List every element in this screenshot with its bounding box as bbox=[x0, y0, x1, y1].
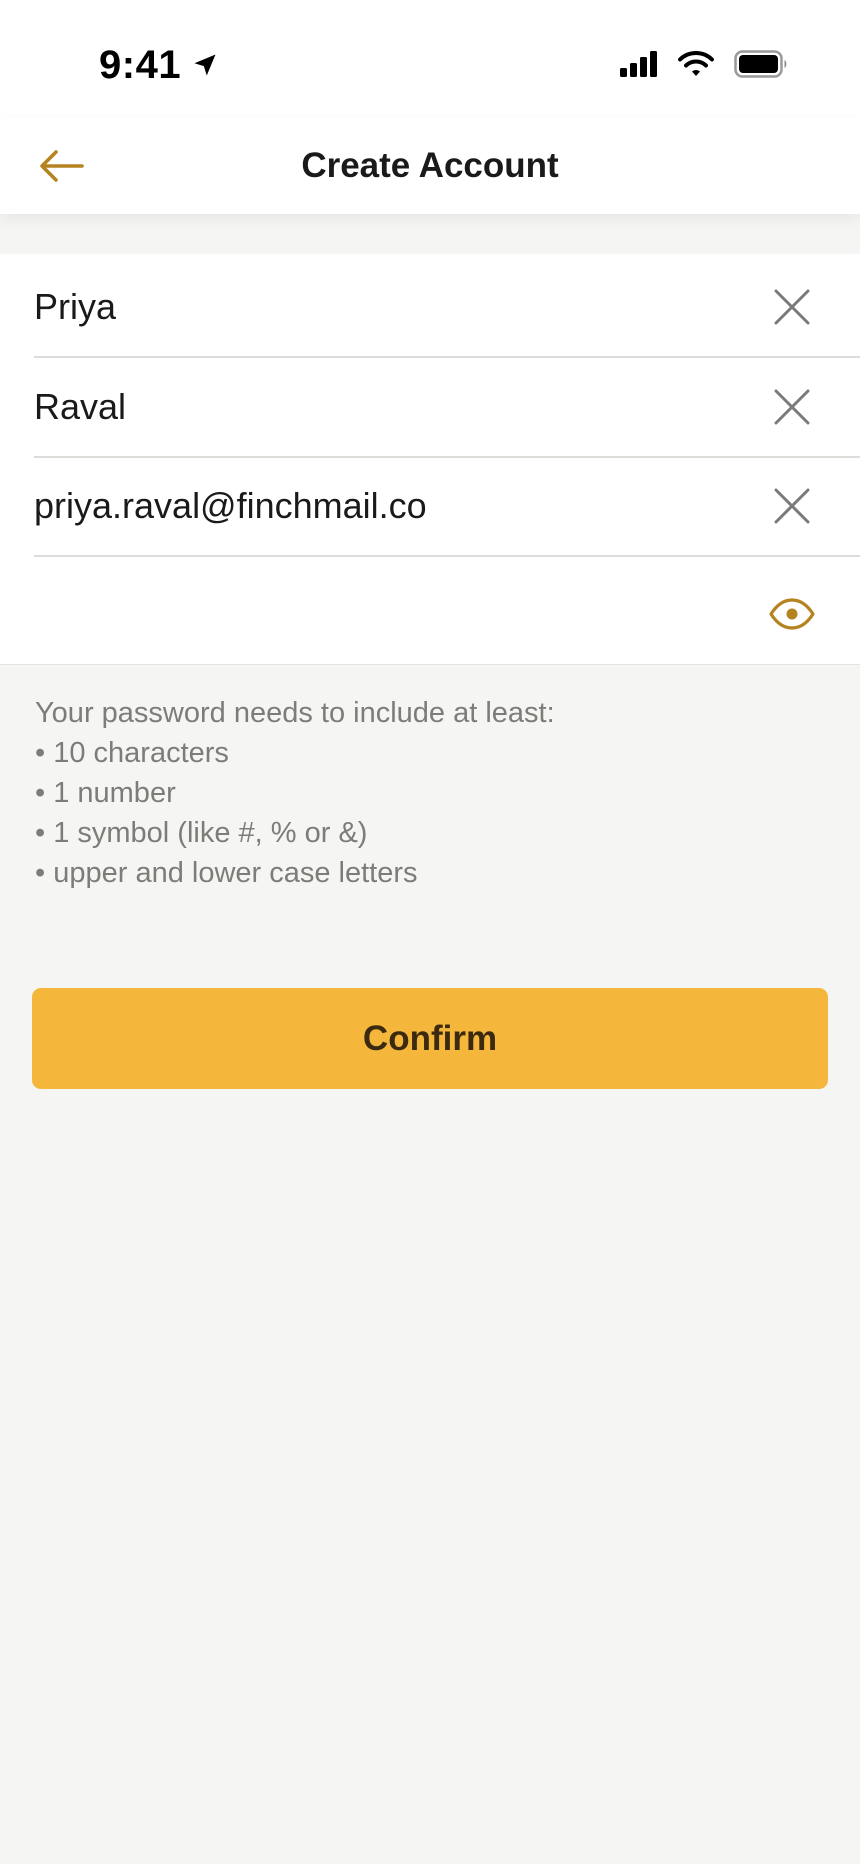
clear-last-name-button[interactable] bbox=[762, 377, 822, 437]
email-field bbox=[34, 457, 860, 557]
battery-icon bbox=[734, 50, 787, 78]
first-name-input[interactable] bbox=[34, 277, 762, 337]
requirement-item: • 10 characters bbox=[35, 737, 229, 769]
page-title: Create Account bbox=[301, 146, 559, 185]
password-requirements: Your password needs to include at least:… bbox=[35, 693, 815, 893]
requirement-item: • 1 symbol (like #, % or &) bbox=[35, 817, 368, 849]
requirement-item: • upper and lower case letters bbox=[35, 857, 418, 889]
status-icons bbox=[620, 46, 788, 82]
status-time-group: 9:41 bbox=[99, 40, 219, 90]
last-name-input[interactable] bbox=[34, 377, 762, 437]
requirement-item: • 1 number bbox=[35, 777, 176, 809]
nav-header: Create Account bbox=[0, 118, 860, 214]
close-icon bbox=[774, 289, 810, 325]
status-bar: 9:41 bbox=[0, 0, 860, 118]
status-time: 9:41 bbox=[99, 42, 182, 87]
password-input[interactable] bbox=[34, 584, 762, 644]
email-input[interactable] bbox=[34, 476, 762, 536]
close-icon bbox=[774, 389, 810, 425]
password-field bbox=[34, 565, 860, 663]
account-form bbox=[0, 254, 860, 665]
first-name-field bbox=[34, 258, 860, 358]
close-icon bbox=[774, 488, 810, 524]
clear-first-name-button[interactable] bbox=[762, 277, 822, 337]
requirements-intro: Your password needs to include at least: bbox=[35, 697, 555, 729]
confirm-button[interactable]: Confirm bbox=[32, 988, 828, 1089]
toggle-password-visibility-button[interactable] bbox=[762, 584, 822, 644]
last-name-field bbox=[34, 358, 860, 458]
clear-email-button[interactable] bbox=[762, 476, 822, 536]
eye-icon bbox=[769, 598, 815, 630]
cellular-signal-icon bbox=[620, 51, 657, 77]
wifi-icon bbox=[678, 51, 714, 76]
location-arrow-icon bbox=[194, 54, 216, 76]
